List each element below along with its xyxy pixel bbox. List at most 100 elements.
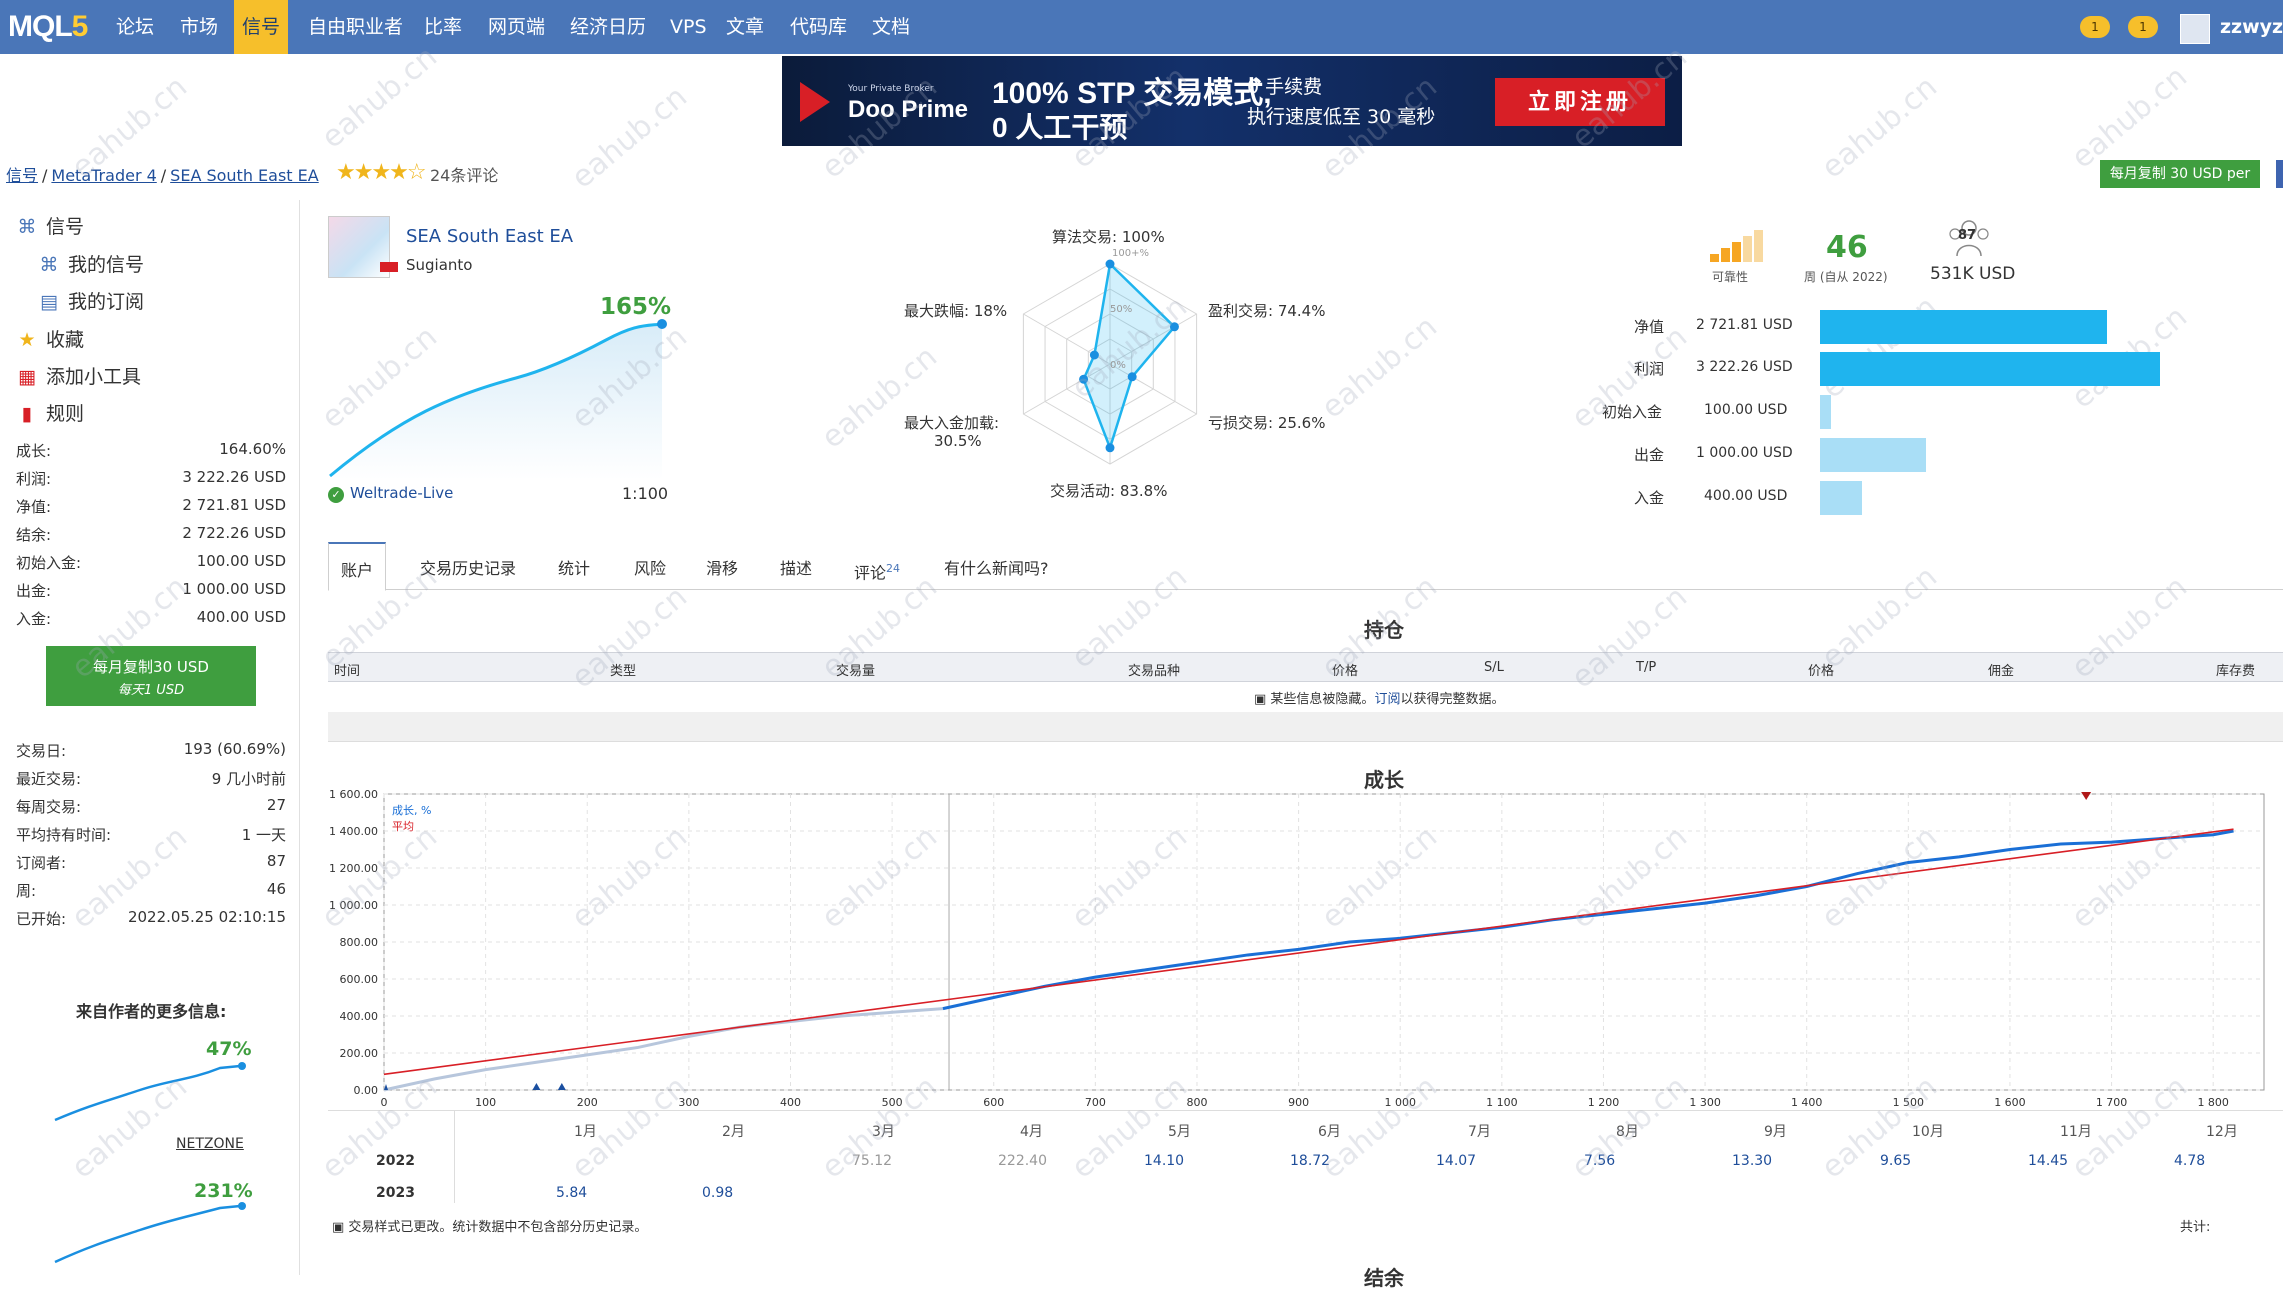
signal-name[interactable]: SEA South East EA <box>406 226 573 247</box>
banner-headline-2: 0 人工干预 <box>992 112 1128 143</box>
sidebar-item-my-signals[interactable]: ⌘ 我的信号 <box>38 250 145 277</box>
nav-quotes[interactable]: 比率 <box>416 0 470 54</box>
stat-equity: 净值: 2 721.81 USD <box>16 496 286 516</box>
stat-trades-per-week: 每周交易: 27 <box>16 796 286 816</box>
breadcrumb: 信号 / MetaTrader 4/SEA South East EA <box>6 166 319 185</box>
copy-button-edge[interactable] <box>2276 160 2283 188</box>
nav-vps[interactable]: VPS <box>662 0 715 54</box>
doo-prime-banner[interactable]: Your Private Broker Doo Prime 100% STP 交… <box>782 56 1682 146</box>
bar-label-profit: 利润 <box>1634 360 1665 378</box>
table-divider <box>454 1111 455 1203</box>
breadcrumb-platform[interactable]: MetaTrader 4 <box>51 166 156 185</box>
nav-codebase[interactable]: 代码库 <box>782 0 855 54</box>
col-price: 价格 <box>1332 664 1359 679</box>
x-tick-label: 0 <box>381 1096 388 1109</box>
month-value: 0.98 <box>702 1185 734 1201</box>
reliability-bar-3 <box>1732 242 1741 262</box>
broker-link[interactable]: ✓ Weltrade-Live <box>328 484 453 503</box>
mql5-logo[interactable]: MQL5 <box>8 8 98 46</box>
month-value: 14.45 <box>2028 1153 2069 1169</box>
banner-register-button[interactable]: 立即注册 <box>1495 78 1665 126</box>
tab-account[interactable]: 账户 <box>328 542 387 591</box>
stat-deposits: 入金: 400.00 USD <box>16 608 286 628</box>
nav-webterminal[interactable]: 网页端 <box>480 0 553 54</box>
radar-label-activity: 交易活动: 83.8% <box>1050 482 1168 500</box>
col-tp: T/P <box>1636 660 1657 675</box>
mini-signal-chart[interactable] <box>50 1060 250 1130</box>
sidebar-item-signals[interactable]: ⌘ 信号 <box>16 212 85 239</box>
nav-market[interactable]: 市场 <box>172 0 226 54</box>
copy-subscribe-button[interactable]: 每月复制30 USD 每天1 USD <box>46 646 256 706</box>
tab-news[interactable]: 有什么新闻吗? <box>932 542 1061 590</box>
mini-signal-name[interactable]: NETZONE <box>176 1136 244 1152</box>
avatar[interactable] <box>2180 14 2210 44</box>
notifications-icon[interactable]: 1 <box>2128 16 2158 38</box>
nav-forum[interactable]: 论坛 <box>108 0 162 54</box>
stat-trading-days: 交易日: 193 (60.69%) <box>16 740 286 760</box>
country-flag-icon <box>380 262 398 272</box>
x-tick-label: 500 <box>882 1096 903 1109</box>
col-time: 时间 <box>334 664 361 679</box>
x-tick-label: 1 600 <box>1994 1096 2026 1109</box>
bar-value-equity: 2 721.81 USD <box>1696 317 1793 333</box>
positions-title: 持仓 <box>1364 618 1404 642</box>
account-bar <box>1820 438 1926 472</box>
bookmark-icon: ▮ <box>21 403 33 425</box>
month-value: 9.65 <box>1880 1153 1912 1169</box>
bar-value-deposits: 400.00 USD <box>1704 488 1788 504</box>
tab-trade-history[interactable]: 交易历史记录 <box>408 542 528 590</box>
month-header: 2月 <box>722 1124 745 1140</box>
y-tick-label: 0.00 <box>354 1084 379 1097</box>
radar-label-deposit-load-value: 30.5% <box>934 432 982 450</box>
nav-calendar[interactable]: 经济日历 <box>562 0 654 54</box>
y-tick-label: 1 200.00 <box>329 862 378 875</box>
col-swap: 库存费 <box>2216 664 2256 679</box>
bar-label-deposits: 入金 <box>1634 489 1665 507</box>
radar-label-drawdown: 最大跌幅: 18% <box>904 302 1008 320</box>
tab-reviews[interactable]: 评论24 <box>842 542 912 590</box>
nav-freelance[interactable]: 自由职业者 <box>300 0 411 54</box>
watermark: eahub.cn <box>1315 309 1444 426</box>
signal-author[interactable]: Sugianto <box>406 256 472 274</box>
sidebar-item-add-widget[interactable]: ▦ 添加小工具 <box>16 362 141 389</box>
radar-label-algo: 算法交易: 100% <box>1052 228 1165 246</box>
mini-signal-growth-2: 231% <box>194 1180 253 1202</box>
nav-articles[interactable]: 文章 <box>718 0 772 54</box>
radar-label-deposit-load: 最大入金加载: <box>904 414 1000 432</box>
sidebar-item-my-subscriptions[interactable]: ▤ 我的订阅 <box>38 287 144 314</box>
review-count-link[interactable]: 24条评论 <box>430 162 498 186</box>
sidebar-item-rules[interactable]: ▮ 规则 <box>16 399 84 426</box>
signal-antenna-icon: ⌘ <box>17 216 37 238</box>
subscribe-link[interactable]: 订阅 <box>1374 692 1400 707</box>
banner-feature-1: 0 手续费 <box>1247 76 1323 98</box>
copy-subscribe-button-top[interactable]: 每月复制 30 USD per <box>2100 160 2260 188</box>
account-bar <box>1820 481 1862 515</box>
col-symbol: 交易品种 <box>1128 664 1181 679</box>
radar-point <box>1089 350 1099 360</box>
reliability-bar-2 <box>1721 248 1730 262</box>
nav-docs[interactable]: 文档 <box>864 0 918 54</box>
radar-label-profit-trades: 盈利交易: 74.4% <box>1208 302 1326 320</box>
radar-ring-50: 50% <box>1110 304 1133 315</box>
positions-hidden-note: ▣ 某些信息被隐藏。订阅以获得完整数据。 <box>1254 692 1505 707</box>
radar-point <box>1105 443 1115 453</box>
tab-slippage[interactable]: 滑移 <box>694 542 750 590</box>
month-value: 18.72 <box>1290 1153 1331 1169</box>
x-tick-label: 1 400 <box>1791 1096 1823 1109</box>
tab-statistics[interactable]: 统计 <box>546 542 602 590</box>
breadcrumb-signal-name[interactable]: SEA South East EA <box>170 166 319 185</box>
tab-description[interactable]: 描述 <box>768 542 824 590</box>
watermark: eahub.cn <box>315 39 444 156</box>
legend-growth: 成长, % <box>392 804 431 817</box>
sidebar-item-favorites[interactable]: ★ 收藏 <box>16 325 84 352</box>
subscription-icon: ▤ <box>40 291 58 313</box>
growth-chart[interactable]: 0.00 200.00 400.00 600.00 800.00 1 000.00 1 20… <box>328 784 2283 1114</box>
tab-risks[interactable]: 风险 <box>622 542 678 590</box>
total-label: 共计: <box>2180 1220 2211 1235</box>
mini-signal-chart-2[interactable] <box>50 1200 250 1270</box>
nav-signals[interactable]: 信号 <box>234 0 289 54</box>
breadcrumb-signals[interactable]: 信号 <box>6 166 38 185</box>
month-header: 7月 <box>1468 1124 1491 1140</box>
messages-icon[interactable]: 1 <box>2080 16 2110 38</box>
username[interactable]: zzwyzw <box>2220 0 2283 54</box>
